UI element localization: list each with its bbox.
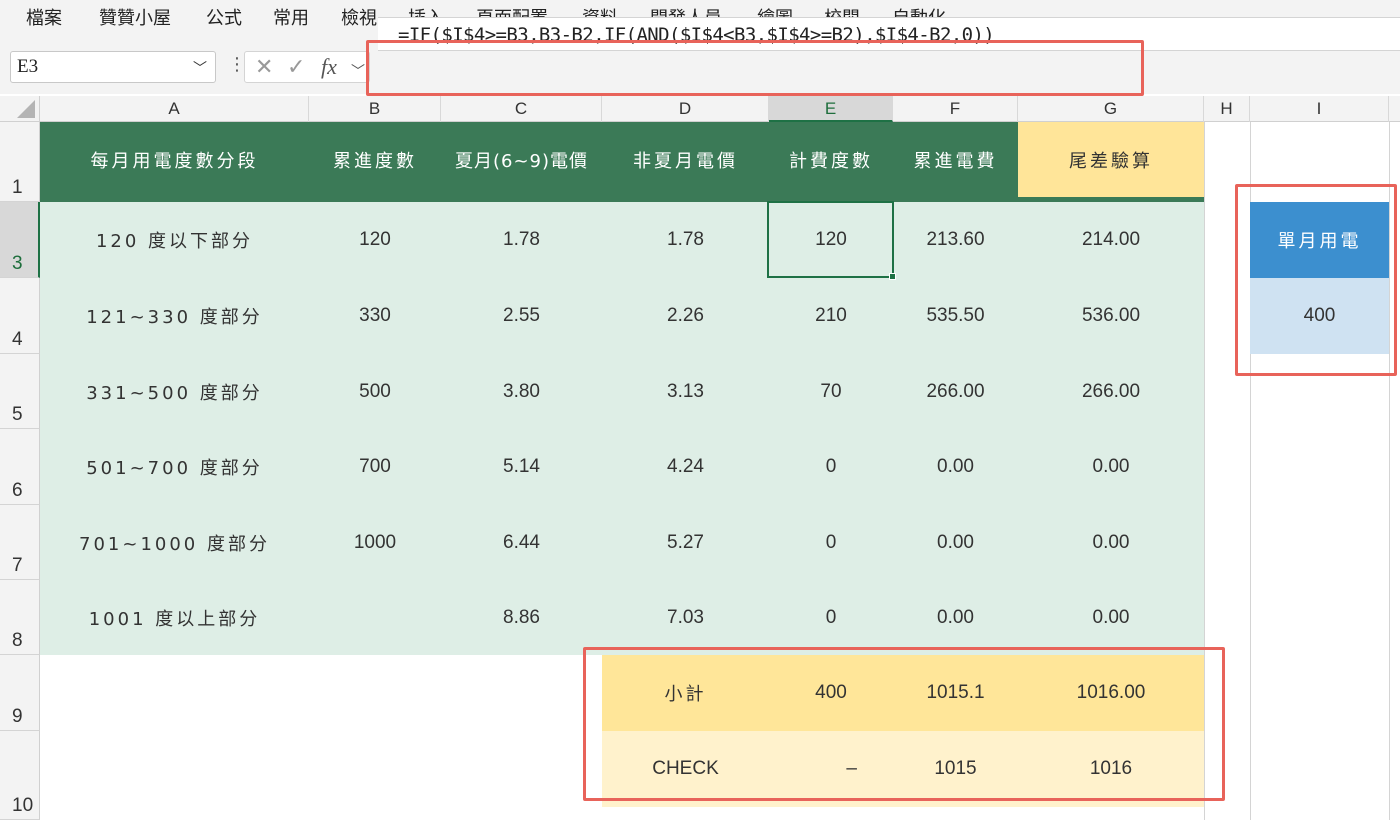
cell-c5[interactable]: 3.80 xyxy=(441,354,602,429)
column-header-e[interactable]: E xyxy=(769,96,893,122)
cell-a5[interactable]: 331~500 度部分 xyxy=(40,354,309,429)
column-header-i[interactable]: I xyxy=(1250,96,1389,122)
column-header-b[interactable]: B xyxy=(309,96,441,122)
insert-function-icon[interactable]: fx xyxy=(321,54,337,80)
cell-f8[interactable]: 0.00 xyxy=(893,580,1018,655)
cell-b3[interactable]: 120 xyxy=(309,202,441,278)
cell-a3[interactable]: 120 度以下部分 xyxy=(40,202,309,278)
cell-f7[interactable]: 0.00 xyxy=(893,505,1018,580)
cell-c4[interactable]: 2.55 xyxy=(441,278,602,354)
cell-e8[interactable]: 0 xyxy=(769,580,893,655)
cell-d6[interactable]: 4.24 xyxy=(602,429,769,505)
cell-f5[interactable]: 266.00 xyxy=(893,354,1018,429)
cell-b7[interactable]: 1000 xyxy=(309,505,441,580)
chevron-down-icon[interactable]: ﹀ xyxy=(351,61,365,81)
cell-g8[interactable]: 0.00 xyxy=(1018,580,1204,655)
cell-d3[interactable]: 1.78 xyxy=(602,202,769,278)
row-header-6[interactable]: 6 xyxy=(0,429,40,505)
header-segment[interactable]: 每月用電度數分段 xyxy=(40,122,309,198)
name-box[interactable]: E3 ﹀ xyxy=(10,51,216,83)
cell-b8[interactable] xyxy=(309,580,441,655)
column-header-f[interactable]: F xyxy=(893,96,1018,122)
cell-a4[interactable]: 121~330 度部分 xyxy=(40,278,309,354)
cell-f3[interactable]: 213.60 xyxy=(893,202,1018,278)
row-header-9[interactable]: 9 xyxy=(0,655,40,731)
cell-d5[interactable]: 3.13 xyxy=(602,354,769,429)
cell-e5[interactable]: 70 xyxy=(769,354,893,429)
column-header-g[interactable]: G xyxy=(1018,96,1204,122)
cell-d8[interactable]: 7.03 xyxy=(602,580,769,655)
cell-c7[interactable]: 6.44 xyxy=(441,505,602,580)
header-tail-check[interactable]: 尾差驗算 xyxy=(1018,122,1204,198)
header-cumulative-fee[interactable]: 累進電費 xyxy=(893,122,1018,198)
formula-highlight-box xyxy=(366,40,1144,96)
totals-highlight-box xyxy=(583,647,1225,801)
row-header-5[interactable]: 5 xyxy=(0,354,40,429)
column-headers: A B C D E F G H I xyxy=(0,96,1400,122)
chevron-down-icon[interactable]: ﹀ xyxy=(193,58,207,78)
cell-g7[interactable]: 0.00 xyxy=(1018,505,1204,580)
active-cell-border xyxy=(767,201,894,278)
row-header-4[interactable]: 4 xyxy=(0,278,40,354)
header-summer-price[interactable]: 夏月(6~9)電價 xyxy=(441,122,602,198)
header-billed-kwh[interactable]: 計費度數 xyxy=(769,122,893,198)
cell-e6[interactable]: 0 xyxy=(769,429,893,505)
menu-file[interactable]: 檔案 xyxy=(26,4,62,30)
cell-a8[interactable]: 1001 度以上部分 xyxy=(40,580,309,655)
column-header-a[interactable]: A xyxy=(40,96,309,122)
header-cumulative-kwh[interactable]: 累進度數 xyxy=(309,122,441,198)
cell-a7[interactable]: 701~1000 度部分 xyxy=(40,505,309,580)
formula-controls: ✕ ✓ fx ﹀ xyxy=(244,51,370,83)
row-header-7[interactable]: 7 xyxy=(0,505,40,580)
row-header-3[interactable]: 3 xyxy=(0,202,40,278)
cell-e7[interactable]: 0 xyxy=(769,505,893,580)
cell-b6[interactable]: 700 xyxy=(309,429,441,505)
column-header-c[interactable]: C xyxy=(441,96,602,122)
row-header-10[interactable]: 10 xyxy=(0,731,40,820)
cell-b5[interactable]: 500 xyxy=(309,354,441,429)
cell-b4[interactable]: 330 xyxy=(309,278,441,354)
fill-handle[interactable] xyxy=(889,273,896,280)
cell-g5[interactable]: 266.00 xyxy=(1018,354,1204,429)
name-box-value: E3 xyxy=(17,56,39,77)
menu-zanzan[interactable]: 贊贊小屋 xyxy=(99,4,171,30)
select-all-button[interactable] xyxy=(0,96,40,122)
cancel-icon[interactable]: ✕ xyxy=(255,55,273,80)
cell-d7[interactable]: 5.27 xyxy=(602,505,769,580)
monthly-usage-highlight-box xyxy=(1235,184,1397,376)
cell-c8[interactable]: 8.86 xyxy=(441,580,602,655)
cell-a6[interactable]: 501~700 度部分 xyxy=(40,429,309,505)
cell-g6[interactable]: 0.00 xyxy=(1018,429,1204,505)
header-nonsummer-price[interactable]: 非夏月電價 xyxy=(602,122,769,198)
menu-view[interactable]: 檢視 xyxy=(341,4,377,30)
cell-d4[interactable]: 2.26 xyxy=(602,278,769,354)
cell-f4[interactable]: 535.50 xyxy=(893,278,1018,354)
row-header-1[interactable]: 1 xyxy=(0,122,40,202)
cell-c3[interactable]: 1.78 xyxy=(441,202,602,278)
enter-icon[interactable]: ✓ xyxy=(287,55,305,80)
cell-e4[interactable]: 210 xyxy=(769,278,893,354)
cell-g4[interactable]: 536.00 xyxy=(1018,278,1204,354)
row-header-8[interactable]: 8 xyxy=(0,580,40,655)
cell-c6[interactable]: 5.14 xyxy=(441,429,602,505)
column-header-d[interactable]: D xyxy=(602,96,769,122)
column-header-h[interactable]: H xyxy=(1204,96,1250,122)
cell-f6[interactable]: 0.00 xyxy=(893,429,1018,505)
cell-g3[interactable]: 214.00 xyxy=(1018,202,1204,278)
menu-home[interactable]: 常用 xyxy=(273,4,309,30)
menu-formulas[interactable]: 公式 xyxy=(206,4,242,30)
